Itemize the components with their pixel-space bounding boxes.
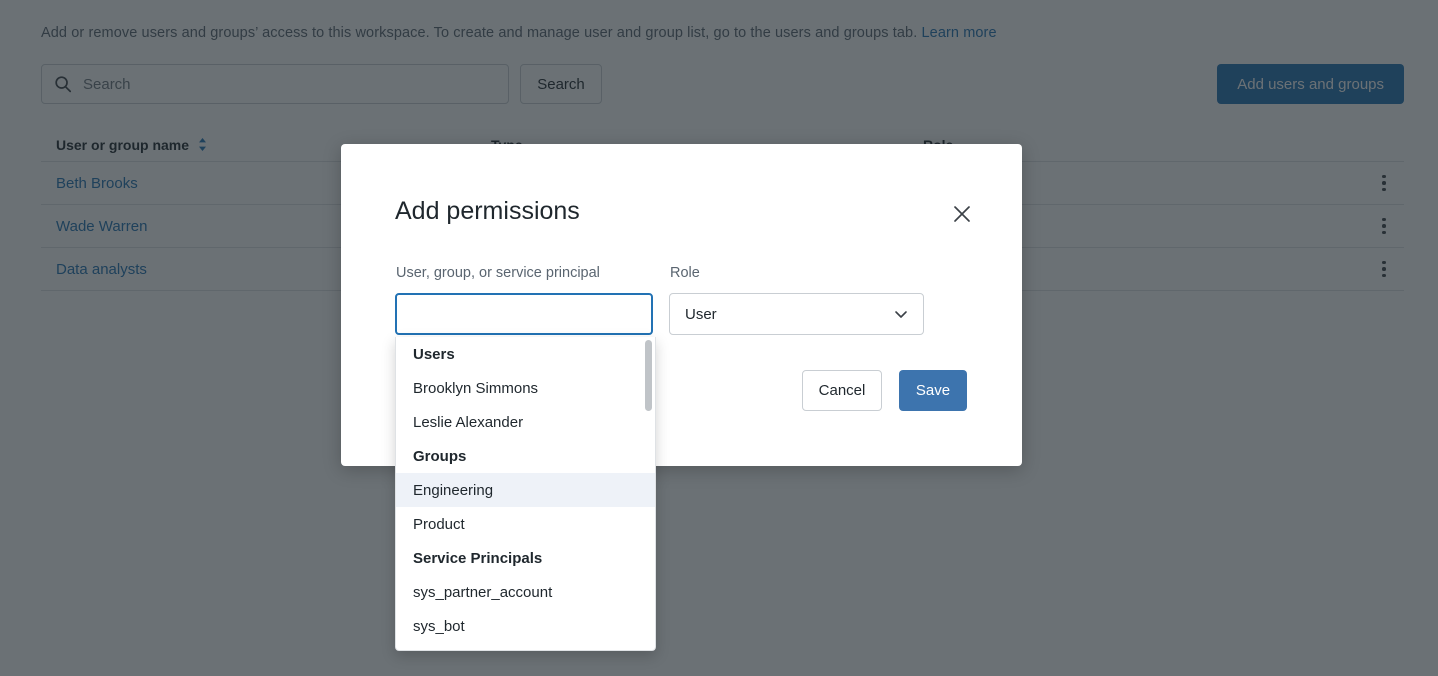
dropdown-group-header: Groups: [396, 439, 655, 473]
dropdown-scrollbar-thumb[interactable]: [645, 340, 652, 411]
modal-title: Add permissions: [395, 197, 580, 226]
dropdown-option[interactable]: Product: [396, 507, 655, 541]
role-select[interactable]: User: [669, 293, 924, 335]
role-field-label: Role: [670, 265, 700, 281]
dropdown-option[interactable]: Engineering: [396, 473, 655, 507]
cancel-button[interactable]: Cancel: [802, 370, 882, 411]
close-icon[interactable]: [950, 202, 974, 226]
chevron-down-icon: [893, 306, 909, 322]
dropdown-group-header: Service Principals: [396, 541, 655, 575]
principal-input[interactable]: [395, 293, 653, 335]
dropdown-option[interactable]: Brooklyn Simmons: [396, 371, 655, 405]
dropdown-option[interactable]: sys_bot: [396, 609, 655, 643]
dropdown-option[interactable]: sys_partner_account: [396, 575, 655, 609]
dropdown-option[interactable]: Leslie Alexander: [396, 405, 655, 439]
dropdown-group-header: Users: [396, 337, 655, 371]
modal-actions: Cancel Save: [802, 370, 967, 411]
role-select-value: User: [685, 306, 717, 323]
principal-dropdown-list[interactable]: Users Brooklyn Simmons Leslie Alexander …: [395, 337, 656, 651]
save-button[interactable]: Save: [899, 370, 967, 411]
principal-field-label: User, group, or service principal: [396, 265, 600, 281]
